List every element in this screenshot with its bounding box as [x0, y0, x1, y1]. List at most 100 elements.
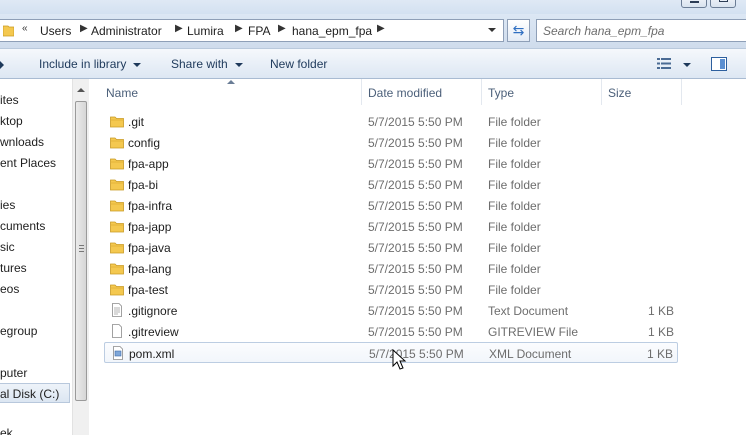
file-row[interactable]: .gitignore 5/7/2015 5:50 PM Text Document 1…: [104, 300, 678, 321]
file-name: .gitreview: [128, 325, 179, 339]
file-list: Name Date modified Type Size .git 5/7/201…: [90, 79, 746, 435]
crumb-separator-icon[interactable]: ▶: [80, 23, 88, 34]
search-box[interactable]: [536, 19, 746, 42]
column-header-size-label: Size: [608, 86, 632, 100]
file-type: Text Document: [488, 304, 569, 318]
file-type: File folder: [488, 178, 541, 192]
refresh-button[interactable]: ⇆: [507, 19, 530, 42]
share-with-button[interactable]: Share with: [171, 57, 243, 71]
file-date-modified: 5/7/2015 5:50 PM: [368, 220, 463, 234]
file-row[interactable]: fpa-japp 5/7/2015 5:50 PM File folder: [104, 216, 678, 237]
file-row[interactable]: fpa-app 5/7/2015 5:50 PM File folder: [104, 153, 678, 174]
change-view-dropdown-icon[interactable]: [683, 63, 691, 67]
file-size: 1 KB: [647, 325, 674, 339]
file-type: File folder: [488, 115, 541, 129]
folder-icon: [110, 137, 124, 149]
folder-icon: [110, 284, 124, 296]
address-history-dropdown-icon[interactable]: [488, 28, 496, 32]
text-file-icon: [112, 303, 122, 317]
nav-item-homegroup[interactable]: egroup: [0, 324, 37, 338]
share-with-label: Share with: [171, 57, 228, 71]
crumb-administrator[interactable]: Administrator: [91, 24, 162, 38]
file-name: fpa-test: [128, 283, 169, 297]
file-row[interactable]: fpa-test 5/7/2015 5:50 PM File folder: [104, 279, 678, 300]
nav-item-recent-places[interactable]: ent Places: [0, 156, 56, 170]
crumb-separator-icon[interactable]: ▶: [235, 23, 243, 34]
nav-item-downloads[interactable]: wnloads: [0, 135, 44, 149]
nav-item-videos[interactable]: eos: [0, 282, 19, 296]
organize-dropdown-icon[interactable]: [0, 61, 4, 69]
file-type: GITREVIEW File: [488, 325, 579, 339]
details-view-icon[interactable]: [657, 58, 671, 69]
crumb-separator-icon[interactable]: ▶: [175, 23, 183, 34]
file-row[interactable]: fpa-infra 5/7/2015 5:50 PM File folder: [104, 195, 678, 216]
crumb-fpa[interactable]: FPA: [248, 24, 270, 38]
chevron-down-icon: [234, 62, 243, 67]
nav-item-documents[interactable]: cuments: [0, 219, 45, 233]
crumb-separator-icon[interactable]: ▶: [278, 23, 286, 34]
file-name: fpa-japp: [128, 220, 172, 234]
file-row[interactable]: fpa-bi 5/7/2015 5:50 PM File folder: [104, 174, 678, 195]
nav-item-computer[interactable]: puter: [0, 366, 27, 380]
file-type: File folder: [488, 199, 541, 213]
preview-pane-icon[interactable]: [711, 57, 727, 71]
nav-item-network[interactable]: ek: [0, 426, 13, 435]
column-header-size[interactable]: Size: [602, 79, 682, 105]
file-row[interactable]: fpa-lang 5/7/2015 5:50 PM File folder: [104, 258, 678, 279]
nav-item-favorites[interactable]: ites: [0, 93, 19, 107]
file-name: .git: [128, 115, 145, 129]
folder-icon: [110, 242, 124, 254]
file-row[interactable]: fpa-java 5/7/2015 5:50 PM File folder: [104, 237, 678, 258]
nav-item-pictures[interactable]: tures: [0, 261, 27, 275]
nav-item-music[interactable]: sic: [0, 240, 15, 254]
file-row[interactable]: .git 5/7/2015 5:50 PM File folder: [104, 111, 678, 132]
file-type: File folder: [488, 262, 541, 276]
crumb-overflow[interactable]: «: [22, 23, 28, 34]
column-header-name[interactable]: Name: [90, 79, 362, 105]
column-header-date-modified[interactable]: Date modified: [362, 79, 482, 105]
nav-item-desktop[interactable]: ktop: [0, 114, 23, 128]
column-header-name-label: Name: [106, 86, 139, 100]
refresh-arrows-icon: ⇆: [512, 22, 525, 38]
column-header-type[interactable]: Type: [482, 79, 602, 105]
scrollbar-thumb[interactable]: [75, 101, 87, 401]
new-folder-button[interactable]: New folder: [270, 57, 327, 71]
file-size: 1 KB: [647, 304, 674, 318]
xml-file-icon: [113, 346, 123, 360]
column-header-type-label: Type: [488, 86, 515, 100]
file-name: .gitignore: [128, 304, 178, 318]
minimize-button[interactable]: [681, 0, 707, 8]
crumb-hana-epm-fpa[interactable]: hana_epm_fpa: [292, 24, 372, 38]
chevron-down-icon: [133, 62, 142, 67]
nav-item-local-disk[interactable]: al Disk (C:): [0, 383, 70, 403]
scroll-up-icon[interactable]: [77, 88, 85, 92]
crumb-lumira[interactable]: Lumira: [187, 24, 224, 38]
file-date-modified: 5/7/2015 5:50 PM: [368, 283, 463, 297]
file-type: File folder: [488, 157, 541, 171]
file-name: fpa-infra: [128, 199, 173, 213]
nav-item-libraries[interactable]: ies: [0, 198, 15, 212]
search-input[interactable]: [543, 23, 739, 39]
file-date-modified: 5/7/2015 5:50 PM: [368, 157, 463, 171]
file-name: fpa-bi: [128, 178, 159, 192]
file-type: File folder: [488, 136, 541, 150]
maximize-button[interactable]: [710, 0, 736, 8]
nav-pane-scrollbar[interactable]: [72, 79, 89, 435]
file-row[interactable]: config 5/7/2015 5:50 PM File folder: [104, 132, 678, 153]
minimize-icon: [690, 1, 699, 3]
file-row[interactable]: .gitreview 5/7/2015 5:50 PM GITREVIEW File…: [104, 321, 678, 342]
file-date-modified: 5/7/2015 5:50 PM: [368, 304, 463, 318]
crumb-separator-icon[interactable]: ▶: [377, 23, 385, 34]
file-date-modified: 5/7/2015 5:50 PM: [368, 178, 463, 192]
file-date-modified: 5/7/2015 5:50 PM: [368, 199, 463, 213]
include-in-library-label: Include in library: [39, 57, 127, 71]
file-name: fpa-lang: [128, 262, 172, 276]
folder-icon: [110, 263, 124, 275]
crumb-users[interactable]: Users: [40, 24, 71, 38]
address-bar-row: « Users ▶ Administrator ▶ Lumira ▶ FPA ▶…: [0, 14, 746, 48]
file-row[interactable]: pom.xml 5/7/2015 5:50 PM XML Document 1 KB: [104, 342, 678, 363]
include-in-library-button[interactable]: Include in library: [39, 57, 142, 71]
file-date-modified: 5/7/2015 5:50 PM: [368, 136, 463, 150]
address-bar[interactable]: « Users ▶ Administrator ▶ Lumira ▶ FPA ▶…: [0, 19, 504, 42]
folder-icon: [110, 179, 124, 191]
